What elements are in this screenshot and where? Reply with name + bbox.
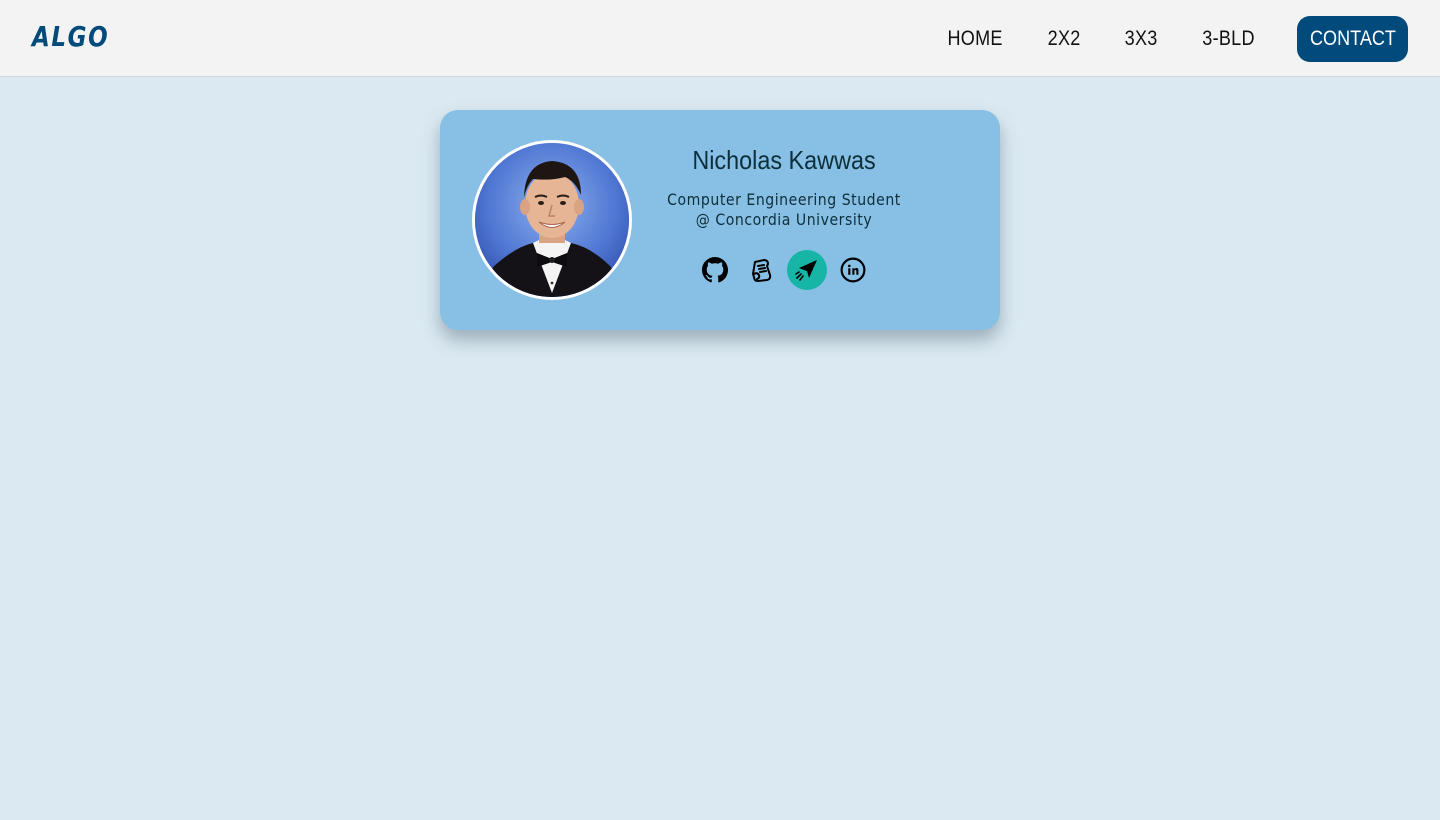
linkedin-link[interactable] [833, 250, 873, 290]
contact-button[interactable]: CONTACT [1297, 15, 1408, 62]
nav-link-2x2[interactable]: 2X2 [1048, 27, 1081, 51]
profile-title-line-1: Computer Engineering Student [667, 190, 901, 209]
profile-avatar [472, 140, 632, 300]
profile-title: Computer Engineering Student @ Concordia… [640, 190, 928, 230]
scroll-icon [752, 259, 772, 282]
linkedin-icon [840, 257, 866, 283]
resume-link[interactable] [741, 250, 781, 290]
social-links [640, 250, 928, 290]
contact-send-link[interactable] [787, 250, 827, 290]
logo[interactable]: ALGO [32, 20, 109, 53]
nav-links: HOME 2X2 3X3 3-BLD CONTACT [943, 0, 1408, 77]
nav-link-3x3[interactable]: 3X3 [1124, 27, 1157, 51]
profile-title-line-2: @ Concordia University [695, 210, 873, 229]
github-icon [702, 257, 728, 283]
paper-plane-icon [795, 260, 817, 281]
avatar-portrait-image [475, 143, 629, 297]
profile-info: Nicholas Kawwas Computer Engineering Stu… [640, 140, 928, 290]
github-link[interactable] [695, 250, 735, 290]
profile-card: Nicholas Kawwas Computer Engineering Stu… [440, 110, 1000, 330]
contact-button-label: CONTACT [1309, 26, 1396, 50]
nav-link-3-bld[interactable]: 3-BLD [1202, 27, 1254, 51]
navbar: ALGO HOME 2X2 3X3 3-BLD CONTACT [0, 0, 1440, 77]
nav-link-home[interactable]: HOME [948, 27, 1003, 51]
profile-name: Nicholas Kawwas [692, 145, 876, 175]
